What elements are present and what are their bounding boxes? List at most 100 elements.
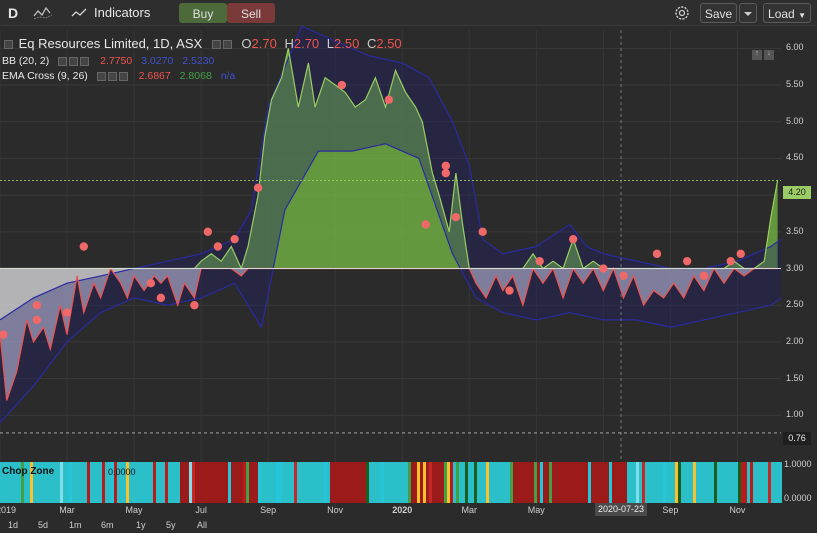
chop-bar [204, 462, 207, 503]
chop-bar [69, 462, 72, 503]
chop-bar [429, 462, 432, 503]
eye-icon[interactable] [96, 71, 106, 81]
chop-bar [336, 462, 339, 503]
chop-bar [528, 462, 531, 503]
chop-bar [159, 462, 162, 503]
chop-bar [621, 462, 624, 503]
ema-slow: 2.8068 [179, 70, 212, 82]
chop-bar [78, 462, 81, 503]
chop-bar [348, 462, 351, 503]
price-tick-label: 3.50 [786, 225, 804, 236]
close-icon[interactable] [80, 56, 90, 66]
chop-bar [177, 462, 180, 503]
eye-icon[interactable] [58, 56, 68, 66]
chop-bar [162, 462, 165, 503]
ema-legend[interactable]: EMA Cross (9, 26) 2.6867 2.8068 n/a [2, 70, 235, 82]
chop-bar [291, 462, 294, 503]
chop-bar [66, 462, 69, 503]
chop-zone-label[interactable]: Chop Zone [2, 466, 54, 477]
cross-marker [535, 256, 544, 266]
chop-bar [750, 462, 753, 503]
chop-bar [354, 462, 357, 503]
time-tick-label: Nov [729, 505, 746, 515]
chop-bar [330, 462, 333, 503]
chop-bar [273, 462, 276, 503]
chop-bar [264, 462, 267, 503]
chop-bar [468, 462, 471, 503]
chop-bar [87, 462, 90, 503]
chop-bar [96, 462, 99, 503]
chop-bar [660, 462, 663, 503]
chop-bar [630, 462, 633, 503]
scroll-down-icon[interactable]: ↓ [764, 50, 774, 60]
chop-bar [270, 462, 273, 503]
chop-bar [456, 462, 459, 503]
chop-bar [186, 462, 189, 503]
chop-bar [222, 462, 225, 503]
chop-bar [519, 462, 522, 503]
chop-bar [726, 462, 729, 503]
price-tick-label: 4.50 [786, 152, 804, 163]
ema-label: EMA Cross (9, 26) [2, 70, 88, 82]
collapse-icon[interactable] [4, 40, 13, 50]
chop-bar [597, 462, 600, 503]
bb-basis: 2.7750 [100, 55, 133, 67]
cross-marker [190, 301, 199, 310]
eye-icon[interactable] [211, 40, 221, 50]
settings-icon[interactable] [107, 71, 117, 81]
chop-bar [417, 462, 420, 503]
price-tick-label: 5.50 [786, 79, 804, 90]
range-button-all[interactable]: All [197, 520, 207, 530]
ema-cross: n/a [220, 70, 236, 82]
chop-bar [534, 462, 537, 503]
chop-bar [198, 462, 201, 503]
time-tick-label: Mar [59, 505, 75, 515]
scroll-up-icon[interactable]: ↑ [752, 50, 762, 60]
chop-bar [279, 462, 282, 503]
symbol-title: Eq Resources Limited, 1D, ASX [18, 36, 203, 51]
cross-marker [568, 234, 578, 244]
chop-bar [168, 462, 171, 503]
chop-bar [579, 462, 582, 503]
range-button-1y[interactable]: 1y [136, 520, 146, 530]
chop-bar [663, 462, 666, 503]
time-tick-label: Jul [195, 505, 207, 515]
chop-bar [570, 462, 573, 503]
settings-icon[interactable] [69, 56, 79, 66]
chop-bar [150, 462, 153, 503]
range-button-5y[interactable]: 5y [166, 520, 176, 530]
bb-legend[interactable]: BB (20, 2) 2.7750 3.0270 2.5230 [2, 55, 214, 67]
chop-bar [567, 462, 570, 503]
range-button-5d[interactable]: 5d [38, 520, 48, 530]
chop-bar [666, 462, 669, 503]
chop-bar [216, 462, 219, 503]
chop-bar [387, 462, 390, 503]
chop-bar [588, 462, 591, 503]
chop-bar [693, 462, 696, 503]
chop-bar [99, 462, 102, 503]
range-button-6m[interactable]: 6m [101, 520, 114, 530]
chop-bar [744, 462, 747, 503]
close-value: 2.50 [376, 36, 402, 51]
cross-marker [699, 271, 709, 281]
chop-bar [240, 462, 243, 503]
chop-tick-bottom: 0.0000 [784, 493, 812, 503]
cross-marker [451, 212, 461, 222]
chop-bar [225, 462, 228, 503]
chop-bar [63, 462, 66, 503]
close-icon[interactable] [118, 71, 128, 81]
open-value: 2.70 [251, 36, 277, 51]
close-icon[interactable] [222, 40, 232, 50]
chop-bar [552, 462, 555, 503]
chop-bar [501, 462, 504, 503]
chop-bar [432, 462, 435, 503]
chop-bar [312, 462, 315, 503]
chop-bar [90, 462, 93, 503]
chop-bar [477, 462, 480, 503]
chop-bar [495, 462, 498, 503]
range-button-1m[interactable]: 1m [69, 520, 82, 530]
cross-marker [478, 227, 487, 237]
time-tick-label: Mar [461, 505, 478, 515]
range-button-1d[interactable]: 1d [8, 520, 18, 530]
chop-bar [756, 462, 759, 503]
